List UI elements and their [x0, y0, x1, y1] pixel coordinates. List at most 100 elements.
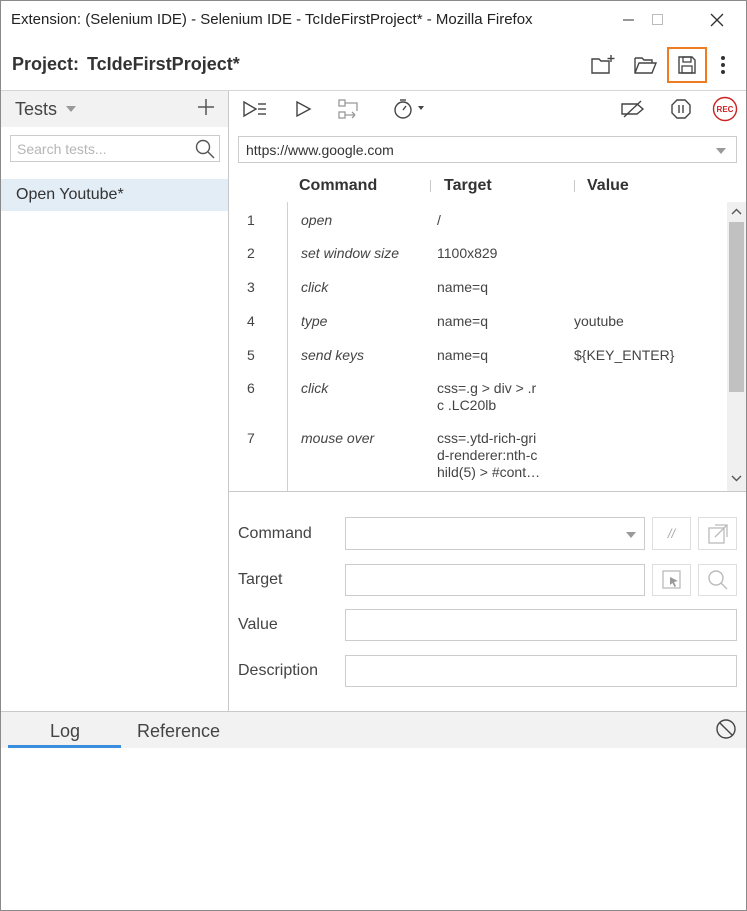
search-tests-input[interactable]: [11, 136, 191, 161]
table-row[interactable]: 1 open /: [229, 212, 727, 240]
row-target: /: [437, 212, 441, 228]
row-target: name=q: [437, 279, 488, 295]
open-in-new-window-icon: [707, 523, 728, 544]
search-icon[interactable]: [195, 139, 215, 159]
value-field[interactable]: [345, 609, 737, 641]
base-url-value: https://www.google.com: [246, 142, 394, 158]
add-test-icon[interactable]: [196, 97, 216, 117]
save-project-icon: [678, 56, 696, 74]
test-item-label: Open Youtube*: [16, 186, 124, 203]
target-field[interactable]: [345, 564, 645, 596]
close-icon: [710, 13, 724, 27]
command-field[interactable]: [345, 517, 645, 550]
test-item-open-youtube[interactable]: Open Youtube*: [1, 179, 228, 211]
commands-table-header: Command Target Value: [229, 171, 746, 201]
minimize-icon: [623, 19, 634, 21]
close-button[interactable]: [694, 1, 740, 39]
run-all-tests-icon: [243, 100, 266, 118]
table-row[interactable]: 4 type name=q youtube: [229, 313, 727, 341]
search-icon: [707, 570, 727, 590]
window-title-bar: Extension: (Selenium IDE) - Selenium IDE…: [1, 1, 746, 39]
save-project-button[interactable]: [667, 47, 707, 83]
column-header-target: Target: [444, 177, 492, 194]
commands-scrollbar[interactable]: [727, 202, 746, 491]
disable-breakpoints-button[interactable]: [619, 95, 647, 123]
record-label: REC: [717, 105, 734, 114]
target-label: Target: [238, 571, 283, 588]
table-row[interactable]: 2 set window size 1100x829: [229, 245, 727, 273]
tab-reference[interactable]: Reference: [137, 721, 220, 742]
find-target-button[interactable]: [698, 564, 737, 596]
row-target: name=q: [437, 347, 488, 363]
pause-on-exceptions-button[interactable]: [669, 95, 693, 123]
row-number: 5: [247, 347, 255, 363]
project-name[interactable]: TcIdeFirstProject*: [87, 54, 240, 75]
log-tabs: Log Reference: [1, 712, 746, 748]
table-row[interactable]: 3 click name=q: [229, 279, 727, 307]
pause-on-exceptions-icon: [671, 99, 691, 119]
more-options-button[interactable]: [708, 47, 738, 83]
row-value: ${KEY_ENTER}: [574, 347, 675, 363]
new-project-icon: [591, 55, 615, 74]
row-number: 4: [247, 313, 255, 329]
row-value: youtube: [574, 313, 624, 329]
project-header: Project: TcIdeFirstProject*: [1, 39, 746, 91]
test-speed-icon: [394, 99, 424, 119]
row-number: 6: [247, 380, 255, 396]
tab-log[interactable]: Log: [50, 721, 80, 742]
scrollbar-thumb[interactable]: [729, 222, 744, 392]
tests-dropdown-label[interactable]: Tests: [15, 99, 57, 120]
window-title: Extension: (Selenium IDE) - Selenium IDE…: [11, 11, 533, 28]
table-row[interactable]: 6 click css=.g > div > .r c .LC20lb: [229, 380, 727, 424]
open-project-button[interactable]: [626, 47, 666, 83]
log-panel: Log Reference: [1, 711, 746, 910]
value-input[interactable]: [346, 610, 736, 640]
run-from-here-button[interactable]: [335, 95, 363, 123]
row-target: name=q: [437, 313, 488, 329]
run-current-test-icon: [296, 100, 312, 118]
table-row[interactable]: 5 send keys name=q ${KEY_ENTER}: [229, 347, 727, 375]
new-project-button[interactable]: [583, 47, 623, 83]
row-target: 1100x829: [437, 245, 498, 261]
tests-header: Tests: [1, 91, 228, 127]
run-all-tests-button[interactable]: [241, 95, 269, 123]
search-tests-box: [10, 135, 220, 162]
row-command: send keys: [301, 347, 365, 363]
run-from-here-icon: [338, 99, 358, 119]
select-target-button[interactable]: [652, 564, 691, 596]
open-project-icon: [634, 57, 658, 74]
command-label: Command: [238, 525, 312, 542]
row-command: click: [301, 279, 329, 295]
run-current-test-button[interactable]: [291, 95, 315, 123]
description-input[interactable]: [346, 656, 736, 686]
commands-table-body: 1 open / 2 set window size 1100x829 3 cl…: [229, 202, 727, 491]
test-speed-button[interactable]: [389, 95, 429, 123]
scroll-up-icon[interactable]: [731, 208, 742, 215]
column-separator: [574, 180, 575, 192]
chevron-down-icon[interactable]: [66, 106, 76, 112]
disable-breakpoints-icon: [621, 100, 645, 118]
maximize-icon: [652, 14, 663, 25]
column-header-value: Value: [587, 177, 629, 194]
row-command: set window size: [301, 245, 400, 261]
target-input[interactable]: [346, 565, 644, 595]
row-number: 3: [247, 279, 255, 295]
comment-icon: //: [667, 526, 676, 541]
maximize-button[interactable]: [635, 1, 681, 39]
command-input[interactable]: [346, 518, 644, 549]
active-tab-indicator: [8, 745, 121, 748]
base-url-select[interactable]: https://www.google.com: [238, 136, 737, 163]
table-editor-divider[interactable]: [229, 491, 746, 492]
more-options-icon: [721, 56, 725, 74]
value-label: Value: [238, 616, 278, 633]
comment-toggle-button[interactable]: //: [652, 517, 691, 550]
row-command: open: [301, 212, 333, 228]
record-button[interactable]: REC: [711, 95, 739, 123]
scroll-down-icon[interactable]: [731, 475, 742, 482]
chevron-down-icon[interactable]: [626, 532, 636, 538]
table-row[interactable]: 7 mouse over css=.ytd-rich-gri d-rendere…: [229, 430, 727, 490]
clear-log-icon[interactable]: [715, 718, 737, 740]
row-number: 7: [247, 430, 255, 446]
open-reference-button[interactable]: [698, 517, 737, 550]
description-field[interactable]: [345, 655, 737, 687]
